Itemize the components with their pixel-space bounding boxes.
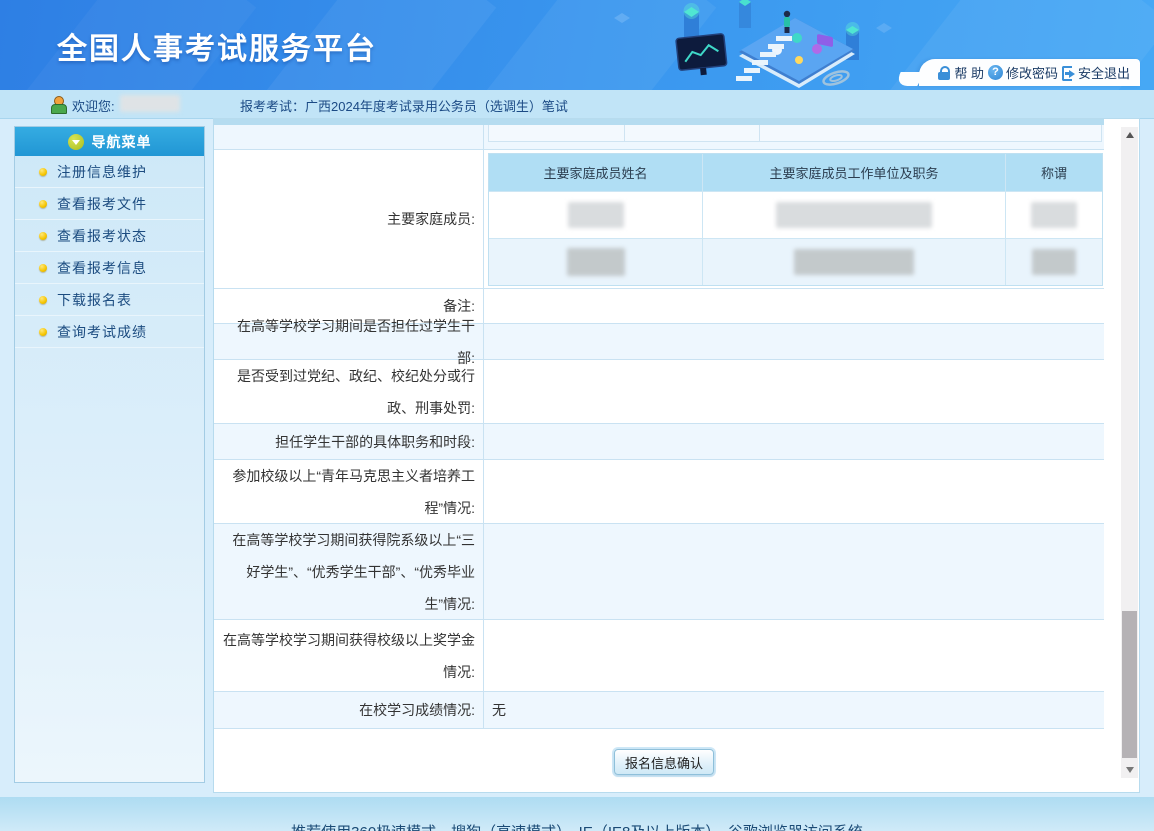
- header-links-bar: 帮 助 修改密码 安全退出: [919, 59, 1140, 86]
- help-link-label: 帮 助: [954, 63, 984, 82]
- bullet-icon: [39, 168, 47, 176]
- sidebar-item-label: 注册信息维护: [57, 162, 147, 182]
- bullet-icon: [39, 232, 47, 240]
- form-row-honors: 在高等学校学习期间获得院系级以上“三好学生”、“优秀学生干部”、“优秀毕业生”情…: [214, 523, 1104, 619]
- header-illustration: [584, 0, 914, 90]
- redacted-name: [567, 248, 625, 276]
- screen: 全国人事考试服务平台 帮 助 修改密码 安全退出 欢迎您: 报考考试：广西202…: [0, 0, 1154, 831]
- family-members-table: 主要家庭成员姓名 主要家庭成员工作单位及职务 称谓: [488, 153, 1103, 286]
- nav-menu-title: 导航菜单: [92, 132, 152, 152]
- form-row-scholarship: 在高等学校学习期间获得校级以上奖学金情况:: [214, 619, 1104, 691]
- form-row-cadre-position: 担任学生干部的具体职务和时段:: [214, 423, 1104, 459]
- sidebar-item-exam-documents[interactable]: 查看报考文件: [15, 188, 204, 220]
- row-label: 担任学生干部的具体职务和时段:: [214, 424, 484, 459]
- row-label: 在高等学校学习期间获得校级以上奖学金情况:: [214, 620, 484, 691]
- question-icon: [988, 65, 1003, 80]
- family-col-relation: 称谓: [1006, 154, 1102, 191]
- logout-icon: [1062, 66, 1075, 79]
- form-row-partial: [214, 125, 1104, 149]
- exam-label: 报考考试：广西2024年度考试录用公务员（选调生）笔试: [240, 96, 568, 115]
- sidebar-item-label: 查看报考状态: [57, 226, 147, 246]
- lock-icon: [937, 65, 951, 81]
- redacted-name: [568, 202, 624, 228]
- main-content-panel: 主要家庭成员: 主要家庭成员姓名 主要家庭成员工作单位及职务 称谓: [213, 118, 1140, 793]
- row-label: 在校学习成绩情况:: [214, 692, 484, 728]
- redacted-relation: [1031, 202, 1077, 228]
- scroll-up-button[interactable]: [1121, 127, 1138, 143]
- sidebar: 导航菜单 注册信息维护 查看报考文件 查看报考状态 查看报考信息 下载报名表 查…: [14, 126, 205, 783]
- user-avatar-icon: [50, 96, 66, 112]
- header: 全国人事考试服务平台 帮 助 修改密码 安全退出: [0, 0, 1154, 90]
- browser-recommendation-text: 推荐使用360极速模式、搜狗（高速模式）、IE（IE8及以上版本）、谷歌浏览器访…: [0, 821, 1154, 831]
- footer: 推荐使用360极速模式、搜狗（高速模式）、IE（IE8及以上版本）、谷歌浏览器访…: [0, 797, 1154, 831]
- redacted-workunit: [776, 202, 932, 228]
- row-label: 主要家庭成员:: [214, 150, 484, 288]
- clipped-inner-table: [488, 125, 1101, 142]
- sidebar-item-label: 下载报名表: [57, 290, 132, 310]
- scrollbar-thumb[interactable]: [1122, 611, 1137, 758]
- family-table-row: [489, 191, 1102, 238]
- row-label: 在高等学校学习期间获得院系级以上“三好学生”、“优秀学生干部”、“优秀毕业生”情…: [214, 524, 484, 619]
- application-form-table: 主要家庭成员: 主要家庭成员姓名 主要家庭成员工作单位及职务 称谓: [214, 125, 1104, 729]
- scroll-down-button[interactable]: [1121, 762, 1138, 778]
- sidebar-item-label: 查看报考信息: [57, 258, 147, 278]
- scrollbar[interactable]: [1121, 127, 1138, 778]
- welcome-bar: 欢迎您: 报考考试：广西2024年度考试录用公务员（选调生）笔试: [0, 90, 1154, 119]
- nav-menu-header[interactable]: 导航菜单: [15, 127, 204, 156]
- form-row-marxist-program: 参加校级以上“青年马克思主义者培养工程”情况:: [214, 459, 1104, 523]
- sidebar-item-application-status[interactable]: 查看报考状态: [15, 220, 204, 252]
- redacted-workunit: [794, 249, 914, 275]
- row-value: [484, 460, 1104, 523]
- collapse-icon: [68, 134, 84, 150]
- sidebar-item-label: 查询考试成绩: [57, 322, 147, 342]
- row-value: [484, 620, 1104, 691]
- welcome-greeting: 欢迎您:: [72, 96, 115, 115]
- row-value: [484, 360, 1104, 423]
- bullet-icon: [39, 328, 47, 336]
- user-name-redacted: [120, 95, 180, 112]
- row-label: 是否受到过党纪、政纪、校纪处分或行政、刑事处罚:: [214, 360, 484, 423]
- row-label: 参加校级以上“青年马克思主义者培养工程”情况:: [214, 460, 484, 523]
- row-value: [484, 289, 1104, 323]
- form-row-academic-record: 在校学习成绩情况: 无: [214, 691, 1104, 728]
- page-title: 全国人事考试服务平台: [57, 24, 377, 68]
- form-row-disciplinary: 是否受到过党纪、政纪、校纪处分或行政、刑事处罚:: [214, 359, 1104, 423]
- help-link[interactable]: 帮 助: [937, 63, 984, 82]
- change-password-link[interactable]: 修改密码: [988, 63, 1058, 82]
- arrow-down-icon: [1126, 767, 1134, 773]
- arrow-up-icon: [1126, 132, 1134, 138]
- row-value: 无: [484, 692, 1104, 728]
- row-value: [484, 125, 1104, 149]
- logout-link[interactable]: 安全退出: [1062, 63, 1130, 82]
- form-row-student-cadre: 在高等学校学习期间是否担任过学生干部:: [214, 323, 1104, 359]
- row-value: [484, 324, 1104, 359]
- bullet-icon: [39, 264, 47, 272]
- sidebar-item-download-form[interactable]: 下载报名表: [15, 284, 204, 316]
- redacted-relation: [1032, 249, 1076, 275]
- sidebar-item-exam-results[interactable]: 查询考试成绩: [15, 316, 204, 348]
- row-value: [484, 424, 1104, 459]
- confirm-registration-button[interactable]: 报名信息确认: [614, 749, 714, 775]
- row-value: 主要家庭成员姓名 主要家庭成员工作单位及职务 称谓: [484, 150, 1104, 288]
- family-table-header: 主要家庭成员姓名 主要家庭成员工作单位及职务 称谓: [489, 154, 1102, 191]
- form-row-family-members: 主要家庭成员: 主要家庭成员姓名 主要家庭成员工作单位及职务 称谓: [214, 149, 1104, 288]
- family-col-name: 主要家庭成员姓名: [489, 154, 703, 191]
- row-value: [484, 524, 1104, 619]
- family-table-row: [489, 238, 1102, 285]
- change-password-label: 修改密码: [1006, 63, 1058, 82]
- bullet-icon: [39, 200, 47, 208]
- sidebar-item-label: 查看报考文件: [57, 194, 147, 214]
- family-col-workunit: 主要家庭成员工作单位及职务: [703, 154, 1006, 191]
- bullet-icon: [39, 296, 47, 304]
- logout-label: 安全退出: [1078, 63, 1130, 82]
- sidebar-item-register-info[interactable]: 注册信息维护: [15, 156, 204, 188]
- row-label: 在高等学校学习期间是否担任过学生干部:: [214, 324, 484, 359]
- sidebar-item-application-info[interactable]: 查看报考信息: [15, 252, 204, 284]
- row-label: [214, 125, 484, 149]
